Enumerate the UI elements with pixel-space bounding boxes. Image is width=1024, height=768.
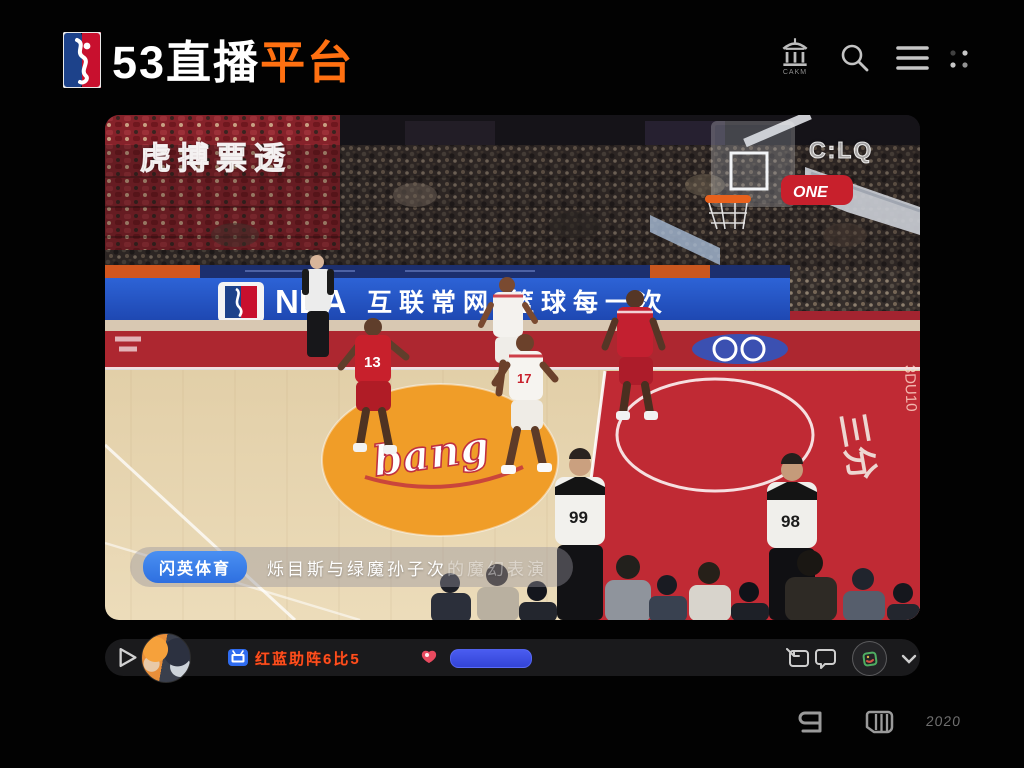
side-floor-text: 3DU10 xyxy=(901,365,920,412)
arena-icon-label: CAKM xyxy=(777,69,813,76)
nine-glyph-icon xyxy=(795,707,827,737)
arena-icon xyxy=(777,36,813,68)
caption-text-fade: 的魔幻表演 xyxy=(447,560,547,579)
referee-right-number: 98 xyxy=(781,512,800,531)
search-button[interactable] xyxy=(839,42,871,74)
avatar[interactable] xyxy=(141,633,191,683)
hamburger-icon xyxy=(896,45,929,72)
arena-nav-button[interactable]: CAKM xyxy=(777,36,813,76)
tv-badge-icon xyxy=(228,649,248,666)
footer-panel-button[interactable] xyxy=(860,707,898,742)
page-title: 53直播平台 xyxy=(112,26,354,91)
menu-button[interactable] xyxy=(896,45,929,72)
title-orange: 平台 xyxy=(260,37,354,88)
game-scene: NBA 互联常网 篮球每一次 bang xyxy=(105,115,920,620)
gift-icon[interactable] xyxy=(420,649,438,670)
title-white: 53直播 xyxy=(112,37,260,88)
caption-text: 烁目斯与绿魔孙子次的魔幻表演 xyxy=(267,555,547,580)
apps-button[interactable] xyxy=(946,46,972,72)
watermark-top-right: C:LQ xyxy=(809,137,873,164)
player-white-number: 17 xyxy=(517,371,531,386)
chat-bubble-icon xyxy=(814,648,837,669)
referee-center-number: 99 xyxy=(569,508,588,527)
app-window: 53直播平台 CAKM xyxy=(0,0,1024,768)
search-icon xyxy=(839,42,871,74)
striped-panel-icon xyxy=(860,707,898,737)
chat-button[interactable] xyxy=(814,648,837,674)
nba-logo[interactable] xyxy=(63,32,101,88)
danmaku-bar: 红蓝助阵6比5 xyxy=(105,639,920,676)
dots-grid-icon xyxy=(946,46,972,72)
mini-player-icon xyxy=(786,648,810,668)
play-button[interactable] xyxy=(118,647,138,673)
hoop-arm-text: ONE xyxy=(793,184,829,201)
play-icon xyxy=(118,647,138,668)
caption-badge[interactable]: 闪英体育 xyxy=(143,551,247,583)
mini-player-button[interactable] xyxy=(786,648,810,673)
sticker-icon xyxy=(861,650,879,668)
sticker-button[interactable] xyxy=(852,641,887,676)
caption-text-main: 烁目斯与绿魔孙子次 xyxy=(267,560,447,579)
watermark-top-left: 虎搏票透 xyxy=(140,133,292,178)
video-player[interactable]: NBA 互联常网 篮球每一次 bang xyxy=(105,115,920,620)
chevron-down-icon xyxy=(900,653,918,665)
fan-badge-button[interactable] xyxy=(228,649,248,671)
danmaku-message: 红蓝助阵6比5 xyxy=(255,648,361,669)
footer-nine-button[interactable] xyxy=(795,707,827,742)
footer-watermark: 2020 xyxy=(925,713,962,729)
level-progress-pill[interactable] xyxy=(450,649,532,668)
caption-bar: 闪英体育 烁目斯与绿魔孙子次的魔幻表演 xyxy=(130,547,573,587)
collapse-button[interactable] xyxy=(900,652,918,670)
nba-logo-graphic xyxy=(63,32,101,88)
player-red-number: 13 xyxy=(364,354,381,371)
ad-boards: NBA 互联常网 篮球每一次 xyxy=(105,265,790,326)
